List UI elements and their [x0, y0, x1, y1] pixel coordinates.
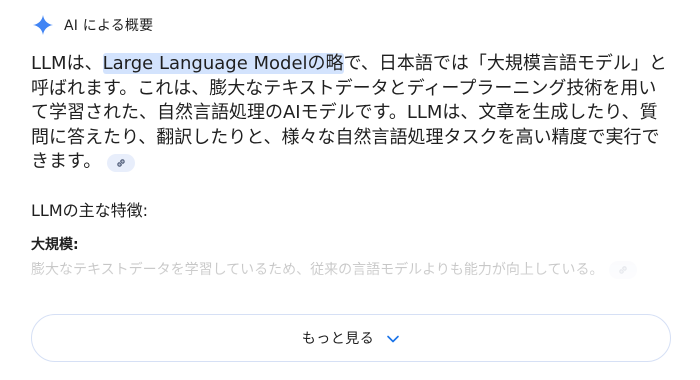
show-more-button[interactable]: もっと見る	[31, 314, 671, 362]
answer-text-start: LLMは、	[31, 53, 103, 74]
highlighted-text: Large Language Modelの略	[102, 53, 344, 74]
link-icon	[619, 266, 628, 274]
ai-overview-label: AI による概要	[64, 18, 154, 34]
feature-title: 大規模:	[31, 237, 79, 253]
ai-overview-header: AI による概要	[32, 12, 153, 38]
show-more-label: もっと見る	[301, 331, 375, 347]
answer-paragraph: LLMは、Large Language Modelの略で、日本語では「大規模言語…	[31, 52, 671, 175]
feature-description: 膨大なテキストデータを学習しているため、従来の言語モデルよりも能力が向上している…	[31, 259, 671, 281]
feature-source-link-button[interactable]	[609, 261, 638, 279]
link-icon	[117, 159, 125, 167]
feature-description-text: 膨大なテキストデータを学習しているため、従来の言語モデルよりも能力が向上している…	[31, 262, 604, 278]
sparkle-icon	[32, 14, 54, 36]
chevron-down-icon	[386, 331, 400, 345]
source-link-button[interactable]	[107, 154, 136, 172]
features-heading: LLMの主な特徴:	[31, 201, 149, 220]
